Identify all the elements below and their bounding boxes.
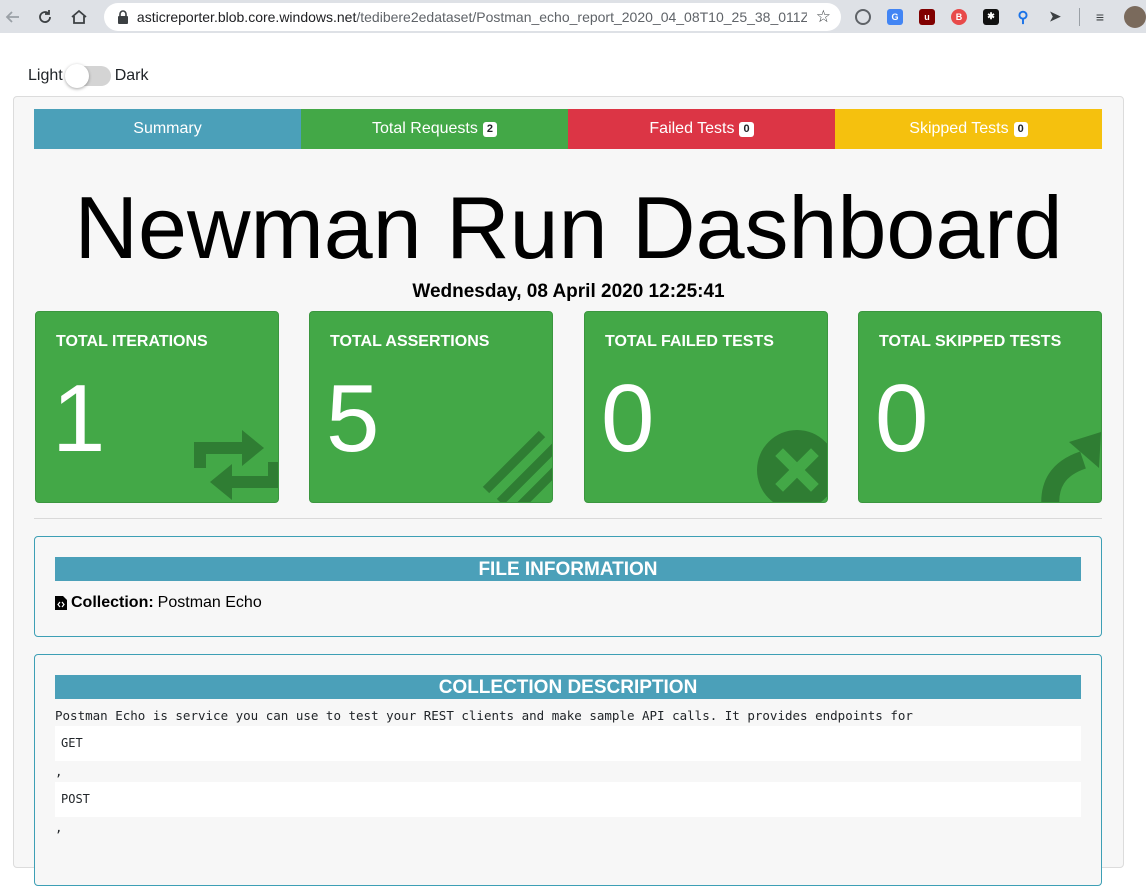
separator-text: , <box>55 764 63 779</box>
run-date: Wednesday, 08 April 2020 12:25:41 <box>412 281 725 302</box>
url-text: asticreporter.blob.core.windows.net/tedi… <box>136 8 807 25</box>
media-control-icon[interactable]: ≡ <box>1092 9 1108 25</box>
file-code-icon <box>55 596 67 610</box>
theme-toggle: Light Dark <box>28 64 148 88</box>
tab-failed-tests[interactable]: Failed Tests 0 <box>568 109 835 149</box>
stat-label: TOTAL FAILED TESTS <box>605 333 774 350</box>
collection-description-panel: COLLECTION DESCRIPTION Postman Echo is s… <box>34 654 1102 886</box>
times-circle-icon <box>757 430 827 502</box>
failed-tests-badge: 0 <box>739 121 754 137</box>
lock-icon <box>117 9 128 24</box>
tab-skipped-tests[interactable]: Skipped Tests 0 <box>835 109 1102 149</box>
stat-card-assertions: TOTAL ASSERTIONS 5 <box>309 311 553 503</box>
skipped-tests-badge: 0 <box>1013 121 1028 137</box>
stat-value: 1 <box>52 365 106 472</box>
dark-label: Dark <box>114 67 149 84</box>
toolbar-divider <box>1078 7 1080 26</box>
switch-knob <box>64 64 89 88</box>
extension-b-icon[interactable]: B <box>950 8 967 25</box>
stat-label: TOTAL ASSERTIONS <box>330 333 490 350</box>
code-block: GET <box>55 726 1081 761</box>
stat-card-failed-tests: TOTAL FAILED TESTS 0 <box>584 311 828 503</box>
collection-description-text: Postman Echo is service you can use to t… <box>55 708 913 723</box>
report-tabs: Summary Total Requests 2 Failed Tests 0 … <box>34 109 1102 149</box>
collection-value: Postman Echo <box>157 594 262 611</box>
section-divider <box>34 518 1102 519</box>
tab-failed-tests-label: Failed Tests <box>649 120 735 137</box>
page-title: Newman Run Dashboard <box>74 178 1063 277</box>
file-information-panel: FILE INFORMATION Collection: Postman Ech… <box>34 536 1102 637</box>
back-arrow-icon[interactable] <box>2 6 24 28</box>
stat-card-skipped-tests: TOTAL SKIPPED TESTS 0 <box>858 311 1102 503</box>
search-extension-icon[interactable]: ⚲ <box>1015 9 1031 26</box>
light-label: Light <box>28 67 63 84</box>
home-icon[interactable] <box>68 6 90 28</box>
stat-label: TOTAL ITERATIONS <box>56 333 208 350</box>
stat-card-iterations: TOTAL ITERATIONS 1 <box>35 311 279 503</box>
tab-total-requests[interactable]: Total Requests 2 <box>301 109 568 149</box>
stat-value: 5 <box>326 365 380 472</box>
file-information-header: FILE INFORMATION <box>55 557 1081 581</box>
bookmark-star-icon[interactable]: ☆ <box>816 7 831 27</box>
dark-mode-switch[interactable] <box>64 64 111 88</box>
share-arrow-icon <box>1041 432 1101 502</box>
total-requests-badge: 2 <box>482 121 497 137</box>
profile-avatar[interactable] <box>1123 5 1146 28</box>
stat-value: 0 <box>875 365 929 472</box>
stat-label: TOTAL SKIPPED TESTS <box>879 333 1062 350</box>
tab-skipped-tests-label: Skipped Tests <box>909 120 1009 137</box>
collection-info: Collection: Postman Echo <box>55 594 1101 612</box>
collection-description-header: COLLECTION DESCRIPTION <box>55 675 1081 699</box>
collection-label: Collection: <box>71 594 154 611</box>
send-extension-icon[interactable]: ➤ <box>1047 8 1063 25</box>
tab-total-requests-label: Total Requests <box>372 120 478 137</box>
separator-text: , <box>55 820 63 835</box>
ublock-icon[interactable]: u <box>918 8 935 25</box>
sync-icon <box>194 430 278 500</box>
reload-icon[interactable] <box>34 6 56 28</box>
tab-summary[interactable]: Summary <box>34 109 301 149</box>
stats-row: TOTAL ITERATIONS 1 TOTAL ASSERTIONS 5 TO… <box>35 311 1102 503</box>
address-bar[interactable]: asticreporter.blob.core.windows.net/tedi… <box>103 2 841 31</box>
code-block: POST <box>55 782 1081 817</box>
report-container: Summary Total Requests 2 Failed Tests 0 … <box>13 96 1124 886</box>
google-translate-icon[interactable]: G <box>886 8 903 25</box>
tab-summary-label: Summary <box>133 120 202 137</box>
stat-value: 0 <box>601 365 655 472</box>
browser-toolbar: asticreporter.blob.core.windows.net/tedi… <box>0 0 1146 33</box>
extension-color-icon[interactable]: ✱ <box>982 8 999 25</box>
extension-circle-icon[interactable] <box>854 8 871 25</box>
tasks-icon <box>482 430 552 502</box>
